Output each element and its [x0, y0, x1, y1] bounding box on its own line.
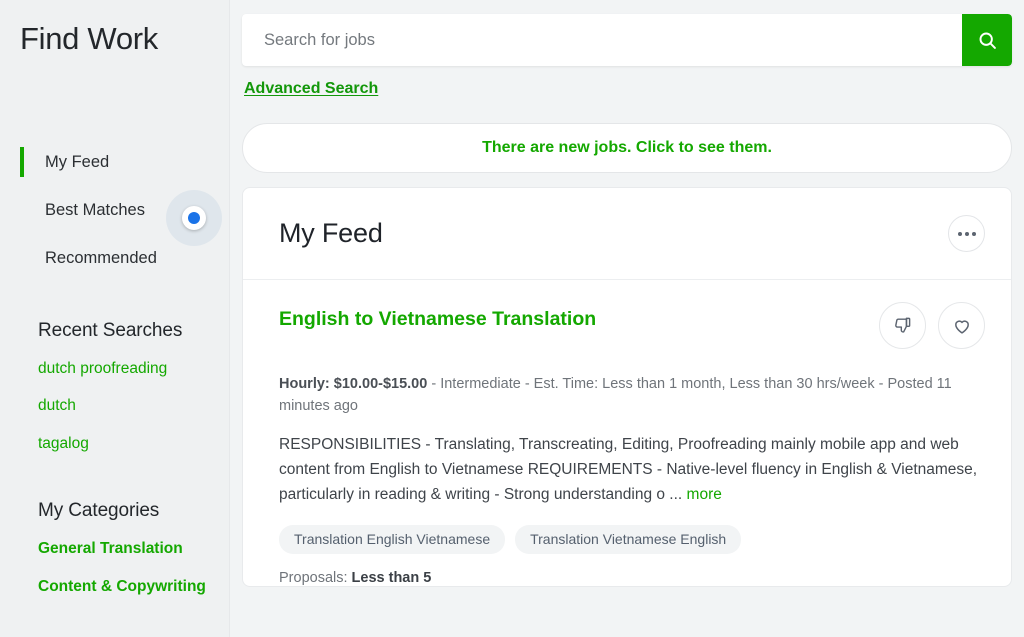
job-header: English to Vietnamese Translation: [279, 302, 985, 349]
recent-search-item[interactable]: tagalog: [0, 425, 230, 462]
new-jobs-banner[interactable]: There are new jobs. Click to see them.: [242, 123, 1012, 173]
sidebar: Find Work My Feed Best Matches Recommend…: [0, 0, 230, 637]
job-title-link[interactable]: English to Vietnamese Translation: [279, 302, 596, 331]
ellipsis-icon: [964, 231, 969, 236]
search-bar: [242, 14, 1012, 66]
search-button[interactable]: [962, 14, 1012, 66]
job-description-text: RESPONSIBILITIES - Translating, Transcre…: [279, 435, 978, 504]
job-meta: Hourly: $10.00-$15.00 - Intermediate - E…: [279, 373, 985, 418]
job-tag[interactable]: Translation Vietnamese English: [515, 525, 742, 555]
category-item-content-copywriting[interactable]: Content & Copywriting: [0, 568, 230, 605]
feed-card-header: My Feed: [243, 188, 1011, 280]
job-tag[interactable]: Translation English Vietnamese: [279, 525, 506, 555]
job-rate: Hourly: $10.00-$15.00: [279, 376, 428, 392]
recent-search-item[interactable]: dutch proofreading: [0, 350, 230, 387]
save-job-button[interactable]: [938, 302, 985, 349]
sidebar-item-best-matches[interactable]: Best Matches: [0, 186, 230, 234]
advanced-search-link[interactable]: Advanced Search: [244, 80, 378, 98]
job-proposals: Proposals: Less than 5: [279, 570, 985, 586]
job-description-more-link[interactable]: more: [687, 486, 722, 503]
search-icon: [979, 32, 996, 49]
job-proposals-label: Proposals:: [279, 570, 352, 587]
page-title: Find Work: [20, 21, 158, 56]
main-content: Advanced Search There are new jobs. Clic…: [230, 0, 1024, 637]
sidebar-item-label: My Feed: [45, 152, 110, 171]
ellipsis-icon: [957, 231, 962, 236]
recent-search-item[interactable]: dutch: [0, 387, 230, 424]
ellipsis-icon: [971, 231, 976, 236]
job-list-item: English to Vietnamese Translation Hourly…: [243, 280, 1011, 586]
sidebar-item-label: Best Matches: [45, 200, 145, 219]
sidebar-item-recommended[interactable]: Recommended: [0, 234, 230, 282]
job-action-buttons: [879, 302, 985, 349]
job-proposals-value: Less than 5: [351, 570, 432, 587]
find-work-page: Find Work My Feed Best Matches Recommend…: [0, 0, 1024, 637]
recent-searches-heading: Recent Searches: [38, 320, 183, 342]
new-jobs-banner-text: There are new jobs. Click to see them.: [482, 139, 772, 156]
feed-options-button[interactable]: [948, 215, 985, 252]
category-item-general-translation[interactable]: General Translation: [0, 530, 230, 567]
job-description: RESPONSIBILITIES - Translating, Transcre…: [279, 432, 979, 507]
sidebar-nav: My Feed Best Matches Recommended: [0, 138, 230, 282]
sidebar-item-label: Recommended: [45, 248, 157, 267]
sidebar-item-my-feed[interactable]: My Feed: [0, 138, 230, 186]
dislike-job-button[interactable]: [879, 302, 926, 349]
thumbs-down-icon: [895, 317, 911, 333]
feed-title: My Feed: [279, 218, 383, 248]
heart-icon: [954, 319, 969, 334]
my-categories-heading: My Categories: [38, 500, 160, 522]
search-input[interactable]: [242, 14, 962, 66]
feed-card: My Feed English to Vietnamese Translatio…: [242, 187, 1012, 588]
job-tag-list: Translation English Vietnamese Translati…: [279, 525, 985, 555]
